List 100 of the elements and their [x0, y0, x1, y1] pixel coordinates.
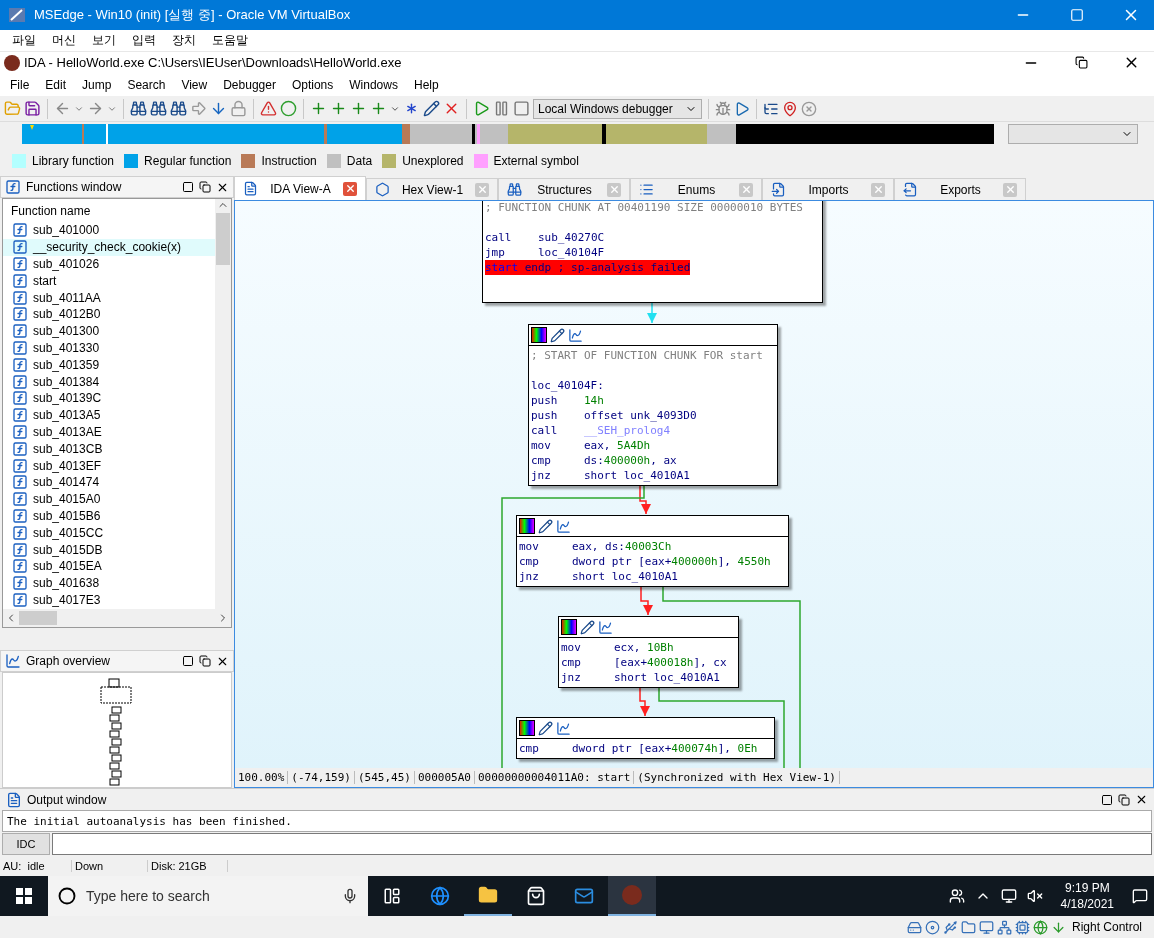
- function-row[interactable]: sub_401000: [3, 222, 215, 239]
- code-block[interactable]: cmp dword ptr [eax+400074h], 0Eh: [516, 717, 775, 759]
- clock-time[interactable]: 9:19 PM: [1064, 880, 1110, 896]
- volume-muted-icon[interactable]: [1026, 888, 1043, 904]
- add-breakpoint-icon[interactable]: [781, 100, 798, 117]
- code-block[interactable]: ; START OF FUNCTION CHUNK FOR start loc_40104F: push 14h push offset unk_4093D0 call __SEH_prolog4 mov eax, 5A4Dh cmp ds:400000h, ax jnz short loc_4010A1: [528, 324, 778, 486]
- browser-icon[interactable]: [430, 886, 450, 906]
- graph-icon[interactable]: [598, 619, 613, 635]
- function-row[interactable]: sub_4012B0: [3, 306, 215, 323]
- menu-item[interactable]: 입력: [124, 32, 164, 49]
- function-row[interactable]: sub_401384: [3, 373, 215, 390]
- function-row[interactable]: sub_401638: [3, 574, 215, 592]
- column-header[interactable]: Function name: [3, 199, 215, 222]
- function-row[interactable]: sub_4015DB: [3, 541, 215, 558]
- pencil-icon[interactable]: [423, 100, 440, 117]
- function-row[interactable]: sub_4013A5: [3, 406, 215, 424]
- color-palette-icon[interactable]: [519, 518, 535, 534]
- menu-item[interactable]: 파일: [4, 32, 44, 49]
- menu-item[interactable]: Search: [119, 77, 174, 92]
- usb-icon[interactable]: [942, 919, 958, 935]
- menu-item[interactable]: 보기: [84, 32, 124, 49]
- color-palette-icon[interactable]: [561, 619, 577, 635]
- tab[interactable]: IDA View-A: [234, 176, 366, 200]
- graph-icon[interactable]: [556, 720, 571, 736]
- binoculars-icon[interactable]: [170, 100, 187, 117]
- function-row[interactable]: sub_401026: [3, 255, 215, 273]
- function-row[interactable]: sub_401359: [3, 356, 215, 374]
- back-arrow-icon[interactable]: [54, 100, 71, 117]
- menu-item[interactable]: 장치: [164, 32, 204, 49]
- restore-icon[interactable]: [1118, 793, 1130, 806]
- store-icon[interactable]: [526, 886, 546, 906]
- menu-item[interactable]: Debugger: [215, 77, 284, 92]
- graph-icon[interactable]: [568, 327, 583, 343]
- menu-item[interactable]: 머신: [44, 32, 84, 49]
- function-row[interactable]: sub_4013EF: [3, 457, 215, 474]
- warning-icon[interactable]: [260, 100, 277, 117]
- search-icon[interactable]: [58, 887, 76, 905]
- pencil-icon[interactable]: [550, 327, 565, 343]
- command-field[interactable]: [52, 833, 1152, 855]
- scroll-thumb[interactable]: [19, 611, 57, 626]
- maximize-icon[interactable]: [182, 181, 194, 193]
- maximize-icon[interactable]: [182, 655, 194, 667]
- restore-icon[interactable]: [199, 181, 211, 193]
- shared-folder-icon[interactable]: [960, 919, 976, 935]
- code-block[interactable]: ; FUNCTION CHUNK AT 00401190 SIZE 00000010 BYTES call sub_40270C jmp loc_40104F start endp ; sp-analysis failed: [482, 201, 823, 303]
- menu-item[interactable]: Edit: [37, 77, 75, 92]
- graph-icon[interactable]: [556, 518, 571, 534]
- forward-arrow-icon[interactable]: [87, 100, 104, 117]
- pencil-icon[interactable]: [538, 720, 553, 736]
- function-row[interactable]: sub_401330: [3, 339, 215, 357]
- menu-item[interactable]: View: [173, 77, 216, 92]
- maximize-icon[interactable]: [1101, 793, 1113, 806]
- cpu-icon[interactable]: [1014, 919, 1030, 935]
- down-arrow-icon[interactable]: [1050, 919, 1066, 935]
- code-block[interactable]: mov eax, ds:40003Ch cmp dword ptr [eax+400000h], 4550h jnz short loc_4010A1: [516, 515, 789, 587]
- function-row[interactable]: sub_401300: [3, 322, 215, 340]
- lock-icon[interactable]: [230, 100, 247, 117]
- function-row[interactable]: __security_check_cookie(x): [3, 238, 215, 256]
- pencil-icon[interactable]: [580, 619, 595, 635]
- play-icon[interactable]: [473, 100, 490, 117]
- function-row[interactable]: sub_4015EA: [3, 557, 215, 575]
- search-field[interactable]: Type here to search: [48, 876, 368, 916]
- color-palette-icon[interactable]: [531, 327, 547, 343]
- globe-icon[interactable]: [1032, 919, 1048, 935]
- idc-button[interactable]: IDC: [2, 833, 50, 855]
- pencil-icon[interactable]: [538, 518, 553, 534]
- menu-item[interactable]: Help: [405, 77, 447, 92]
- record-icon[interactable]: [280, 100, 297, 117]
- add-data-icon[interactable]: [330, 100, 347, 117]
- bug-icon[interactable]: [714, 100, 731, 117]
- code-block[interactable]: mov ecx, 10Bh cmp [eax+400018h], cx jnz short loc_4010A1: [558, 616, 739, 688]
- scrollbar[interactable]: [215, 199, 231, 610]
- microphone-icon[interactable]: [342, 888, 358, 904]
- task-view-icon[interactable]: [383, 887, 401, 905]
- function-row[interactable]: sub_4017E3: [3, 591, 215, 609]
- menu-item[interactable]: File: [2, 77, 38, 92]
- display-icon[interactable]: [978, 919, 994, 935]
- scrollbar[interactable]: [3, 609, 231, 628]
- add-symbol-icon[interactable]: [370, 100, 387, 117]
- notification-icon[interactable]: [1132, 888, 1148, 904]
- restore-icon[interactable]: [199, 655, 211, 667]
- folder-icon[interactable]: [478, 885, 498, 905]
- restore-icon[interactable]: [1074, 56, 1088, 69]
- binoculars-icon[interactable]: [130, 100, 147, 117]
- stop-icon[interactable]: [513, 100, 530, 117]
- add-code-icon[interactable]: [310, 100, 327, 117]
- menu-item[interactable]: 도움말: [204, 32, 256, 49]
- function-row[interactable]: sub_40139C: [3, 389, 215, 407]
- function-row[interactable]: sub_4015CC: [3, 524, 215, 542]
- menu-item[interactable]: Windows: [341, 77, 406, 92]
- function-row[interactable]: start: [3, 272, 215, 290]
- pause-icon[interactable]: [493, 100, 510, 117]
- function-row[interactable]: sub_4015A0: [3, 490, 215, 508]
- clock-date[interactable]: 4/18/2021: [1060, 896, 1114, 912]
- function-row[interactable]: sub_4013CB: [3, 440, 215, 458]
- people-icon[interactable]: [948, 888, 965, 904]
- save-icon[interactable]: [24, 100, 41, 117]
- windows-logo-icon[interactable]: [16, 888, 32, 904]
- add-string-icon[interactable]: [350, 100, 367, 117]
- delete-breakpoint-icon[interactable]: [800, 100, 817, 117]
